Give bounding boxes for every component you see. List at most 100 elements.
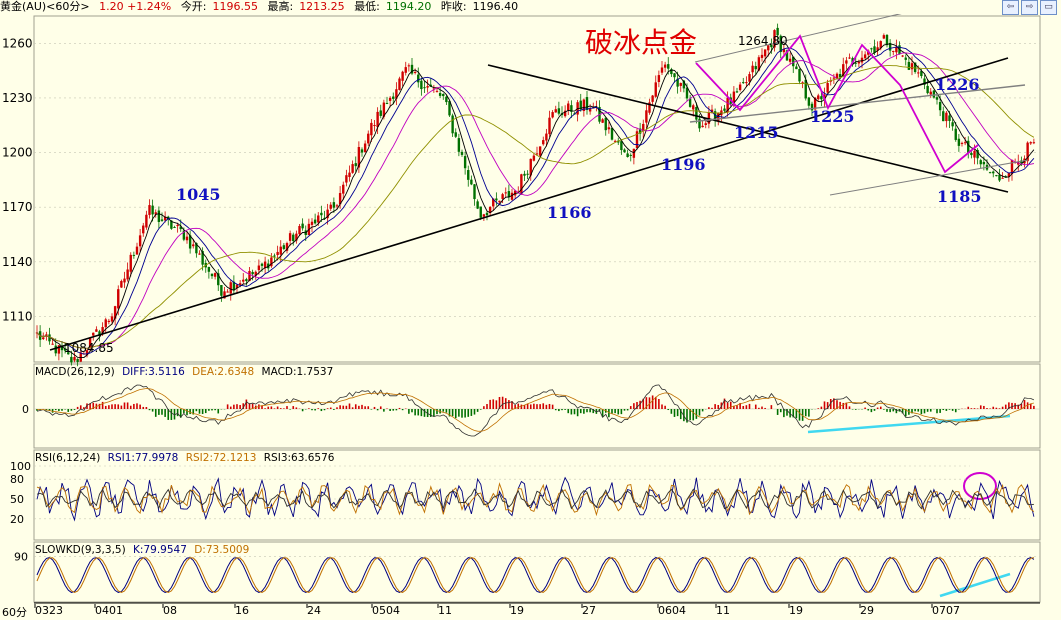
candle-body xyxy=(417,74,420,83)
price-level-annotation: 1215 xyxy=(734,123,779,142)
restore-window-icon[interactable]: ▭ xyxy=(1040,0,1057,15)
candle-body xyxy=(992,171,995,174)
candle-body xyxy=(651,95,654,102)
candle-body xyxy=(51,343,54,345)
candle-body xyxy=(632,148,636,158)
period-label[interactable]: 60分 xyxy=(2,604,27,620)
candle-body xyxy=(845,60,848,64)
candle-body xyxy=(982,162,986,165)
candle-body xyxy=(370,122,373,136)
candle-body xyxy=(1029,142,1032,144)
candle-body xyxy=(470,179,473,185)
candle-body xyxy=(610,127,614,140)
candle-body xyxy=(151,205,154,215)
macd-macd-value: MACD:1.7537 xyxy=(261,366,334,378)
candle-body xyxy=(701,125,704,128)
price-axis-tick-label: 1110 xyxy=(2,309,33,323)
candle-body xyxy=(273,255,276,257)
candle-body xyxy=(176,224,179,227)
candle-body xyxy=(807,97,811,106)
candle-body xyxy=(629,154,632,156)
forward-arrow-icon[interactable]: ⇨ xyxy=(1021,0,1038,15)
candle-body xyxy=(73,357,76,361)
candle-body xyxy=(435,90,439,92)
candle-body xyxy=(210,273,214,277)
macd-divergence-line xyxy=(807,414,1011,434)
time-axis-tick-label: 0323 xyxy=(35,604,63,617)
support-trendline xyxy=(49,57,1009,351)
candle-body xyxy=(748,74,751,82)
candle-body xyxy=(673,73,676,78)
price-axis-tick-label: 1200 xyxy=(2,146,33,160)
macd-legend: MACD(26,12,9) DIFF:3.5116 DEA:2.6348 MAC… xyxy=(35,366,337,378)
candle-body xyxy=(929,91,932,95)
candle-body xyxy=(463,156,467,169)
time-axis-tick-label: 29 xyxy=(860,604,874,617)
candle-body xyxy=(360,149,364,153)
candle-body xyxy=(995,175,998,177)
candle-body xyxy=(420,80,423,90)
prev-close-value: 1196.40 xyxy=(472,0,519,13)
candle-body xyxy=(298,226,301,235)
time-axis-tick-label: 0504 xyxy=(372,604,400,617)
candle-body xyxy=(663,64,667,68)
candle-body xyxy=(329,204,332,209)
candle-body xyxy=(660,67,664,73)
candle-body xyxy=(557,108,561,114)
candle-body xyxy=(498,200,501,203)
time-axis-tick-label: 0604 xyxy=(658,604,686,617)
time-axis-tick-label: 19 xyxy=(510,604,524,617)
candle-body xyxy=(320,212,323,216)
candle-body xyxy=(317,215,320,223)
candle-body xyxy=(501,194,504,199)
candle-body xyxy=(998,174,1001,181)
candle-body xyxy=(160,219,164,221)
candle-body xyxy=(826,82,829,93)
candle-body xyxy=(567,103,570,111)
candle-body xyxy=(104,319,107,328)
candle-body xyxy=(345,175,348,183)
candle-body xyxy=(388,97,392,101)
price-axis-tick-label: 1230 xyxy=(2,91,33,105)
back-arrow-icon[interactable]: ⇦ xyxy=(1002,0,1019,15)
chart-canvas[interactable]: 1260123012001170114011100323 0401 08 16 24 05… xyxy=(0,0,1061,620)
candle-body xyxy=(817,95,820,100)
candle-body xyxy=(276,251,279,256)
candle-body xyxy=(763,49,767,57)
candle-body xyxy=(423,87,426,89)
candle-body xyxy=(95,329,98,332)
candle-body xyxy=(476,201,479,209)
candle-body xyxy=(157,210,161,222)
macd-title: MACD(26,12,9) xyxy=(35,366,115,378)
candle-body xyxy=(604,117,607,131)
candle-body xyxy=(542,140,545,145)
candle-body xyxy=(242,279,245,282)
high-price-label: 1264.80 xyxy=(738,34,788,48)
kd-k-value: K:79.9547 xyxy=(133,544,187,556)
kd-axis-tick-label: 90 xyxy=(14,551,28,564)
candle-body xyxy=(142,225,145,234)
candle-body xyxy=(398,78,401,90)
candle-body xyxy=(342,184,345,194)
candle-body xyxy=(207,266,211,272)
candle-body xyxy=(1032,142,1036,144)
candle-body xyxy=(695,106,698,120)
candle-body xyxy=(735,91,739,93)
candle-body xyxy=(798,69,801,82)
price-axis-tick-label: 1260 xyxy=(2,36,33,50)
candle-body xyxy=(485,212,489,216)
candle-body xyxy=(392,96,395,99)
candle-body xyxy=(585,97,589,110)
candle-body xyxy=(870,48,873,50)
candle-body xyxy=(135,246,139,255)
candle-body xyxy=(457,138,461,152)
candle-body xyxy=(948,115,951,121)
candle-body xyxy=(70,356,73,363)
candle-body xyxy=(935,97,939,100)
rsi1-value: RSI1:77.9978 xyxy=(107,452,179,464)
candle-body xyxy=(460,151,464,155)
candle-body xyxy=(76,358,79,362)
candle-body xyxy=(354,163,357,167)
candle-body xyxy=(973,150,976,158)
candle-body xyxy=(192,244,195,247)
